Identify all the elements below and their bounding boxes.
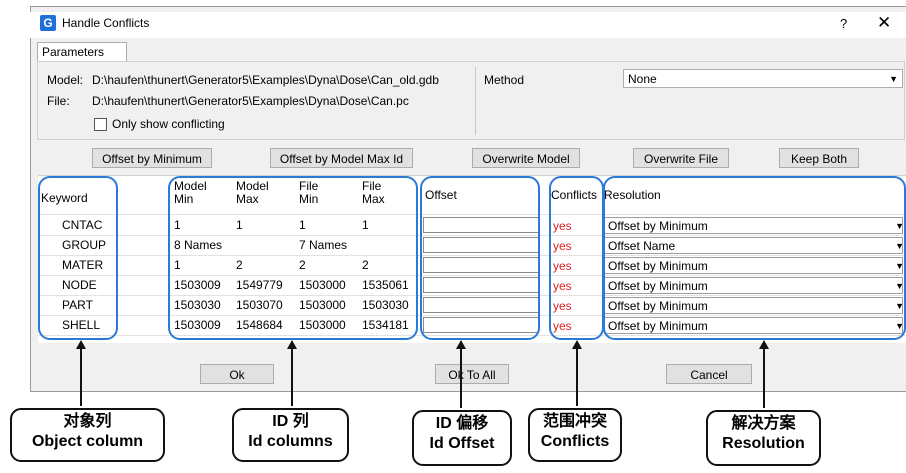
overwrite-file-button[interactable]: Overwrite File	[633, 148, 729, 168]
offset-by-minimum-button[interactable]: Offset by Minimum	[92, 148, 212, 168]
tab-parameters[interactable]: Parameters	[37, 42, 127, 62]
method-value: None	[628, 72, 657, 86]
arrow-line	[460, 348, 462, 408]
window-title: Handle Conflicts	[62, 16, 150, 30]
ok-to-all-button[interactable]: Ok To All	[435, 364, 509, 384]
highlight-offset-column	[420, 176, 540, 340]
highlight-resolution-column	[603, 176, 906, 340]
model-path: D:\haufen\thunert\Generator5\Examples\Dy…	[92, 73, 439, 87]
only-conflicting-checkbox[interactable]	[94, 118, 107, 131]
cancel-button[interactable]: Cancel	[666, 364, 752, 384]
method-select[interactable]: None ▼	[623, 69, 903, 88]
chevron-down-icon: ▼	[889, 74, 898, 84]
arrow-up-icon	[759, 340, 769, 349]
arrow-line	[763, 348, 765, 408]
file-path: D:\haufen\thunert\Generator5\Examples\Dy…	[92, 94, 409, 108]
callout-id-offset: ID 偏移 Id Offset	[412, 410, 512, 466]
arrow-up-icon	[287, 340, 297, 349]
ok-button[interactable]: Ok	[200, 364, 274, 384]
arrow-up-icon	[456, 340, 466, 349]
app-icon: G	[40, 15, 56, 31]
offset-by-model-max-button[interactable]: Offset by Model Max Id	[270, 148, 413, 168]
highlight-keyword-column	[38, 176, 118, 340]
callout-object-column: 对象列 Object column	[10, 408, 165, 462]
callout-resolution: 解决方案 Resolution	[706, 410, 821, 466]
highlight-id-columns	[168, 176, 418, 340]
only-conflicting-label: Only show conflicting	[112, 117, 225, 131]
arrow-up-icon	[572, 340, 582, 349]
close-button[interactable]: ✕	[877, 13, 891, 33]
title-bar	[30, 12, 906, 38]
model-label: Model:	[47, 73, 84, 87]
arrow-line	[576, 348, 578, 406]
arrow-up-icon	[76, 340, 86, 349]
callout-conflicts: 范围冲突 Conflicts	[528, 408, 622, 462]
overwrite-model-button[interactable]: Overwrite Model	[472, 148, 580, 168]
highlight-conflicts-column	[549, 176, 604, 340]
keep-both-button[interactable]: Keep Both	[779, 148, 859, 168]
method-label: Method	[484, 73, 525, 87]
callout-id-columns: ID 列 Id columns	[232, 408, 349, 462]
help-button[interactable]: ?	[840, 16, 847, 31]
param-divider	[475, 67, 476, 135]
file-label: File:	[47, 94, 70, 108]
arrow-line	[80, 348, 82, 406]
arrow-line	[291, 348, 293, 406]
